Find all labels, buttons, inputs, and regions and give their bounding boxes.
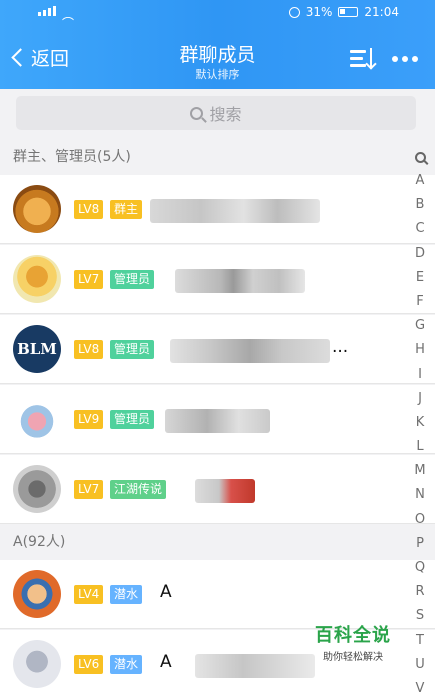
signal-icon <box>38 6 56 16</box>
index-letter[interactable]: T <box>405 629 435 653</box>
index-letter[interactable]: A <box>405 169 435 193</box>
member-row[interactable]: LV8 群主 <box>0 175 435 244</box>
more-options-icon[interactable] <box>392 56 418 62</box>
role-badge: 潜水 <box>110 655 143 674</box>
status-bar: ︵ 31% 21:04 <box>0 4 435 22</box>
index-letter[interactable]: C <box>405 217 435 241</box>
avatar[interactable] <box>13 395 61 443</box>
index-letter[interactable]: H <box>405 338 435 362</box>
level-badge: LV6 <box>74 655 104 674</box>
index-letter[interactable]: D <box>405 242 435 266</box>
level-badge: LV7 <box>74 480 104 499</box>
redacted-name <box>150 199 320 223</box>
level-badge: LV4 <box>74 585 104 604</box>
redacted-name <box>195 654 315 678</box>
redacted-name <box>165 409 270 433</box>
avatar[interactable] <box>13 640 61 688</box>
search-bar: 搜索 <box>0 89 435 139</box>
index-letter[interactable]: O <box>405 508 435 532</box>
role-badge: 潜水 <box>110 585 143 604</box>
member-name: ... <box>332 337 349 357</box>
search-placeholder: 搜索 <box>209 105 242 124</box>
index-letter[interactable]: P <box>405 532 435 556</box>
index-letter[interactable]: G <box>405 314 435 338</box>
index-letter[interactable]: I <box>405 363 435 387</box>
index-letter[interactable]: E <box>405 266 435 290</box>
index-letter[interactable]: F <box>405 290 435 314</box>
member-row[interactable]: LV4 潜水 A <box>0 560 435 629</box>
index-letter[interactable]: M <box>405 459 435 483</box>
member-row[interactable]: LV7 管理员 <box>0 245 435 314</box>
avatar[interactable]: BLM <box>13 325 61 373</box>
header: ︵ 31% 21:04 返回 群聊成员 默认排序 <box>0 0 435 89</box>
index-letter[interactable]: B <box>405 193 435 217</box>
role-badge: 管理员 <box>110 340 155 359</box>
section-header-admins: 群主、管理员(5人) <box>0 139 435 175</box>
role-badge: 管理员 <box>110 410 155 429</box>
alphabet-index[interactable]: ABCDEFGHIJKLMNOPQRSTUV <box>405 146 435 692</box>
role-badge: 江湖传说 <box>110 480 167 499</box>
index-letter[interactable]: V <box>405 677 435 692</box>
avatar[interactable] <box>13 185 61 233</box>
search-icon <box>190 106 204 120</box>
redacted-name <box>170 339 330 363</box>
avatar[interactable] <box>13 255 61 303</box>
redacted-name <box>195 479 255 503</box>
member-row[interactable]: LV7 江湖传说 <box>0 455 435 524</box>
index-letter[interactable]: S <box>405 604 435 628</box>
section-header-a: A(92人) <box>0 524 435 560</box>
role-badge: 管理员 <box>110 270 155 289</box>
member-name: A <box>160 582 172 602</box>
index-search-icon[interactable] <box>414 152 426 163</box>
level-badge: LV7 <box>74 270 104 289</box>
index-letter[interactable]: R <box>405 580 435 604</box>
search-input[interactable]: 搜索 <box>16 96 416 130</box>
redacted-name <box>175 269 305 293</box>
screen: ︵ 31% 21:04 返回 群聊成员 默认排序 搜索 群主、管理员(5人) L… <box>0 0 435 692</box>
index-letter[interactable]: J <box>405 387 435 411</box>
index-letter[interactable]: Q <box>405 556 435 580</box>
index-letter[interactable]: L <box>405 435 435 459</box>
battery-percent: 31% <box>305 5 333 19</box>
member-row[interactable]: BLM LV8 管理员 ... <box>0 315 435 384</box>
level-badge: LV9 <box>74 410 104 429</box>
level-badge: LV8 <box>74 200 104 219</box>
avatar[interactable] <box>13 570 61 618</box>
avatar[interactable] <box>13 465 61 513</box>
level-badge: LV8 <box>74 340 104 359</box>
clock: 21:04 <box>364 5 399 19</box>
battery-icon <box>338 7 359 17</box>
index-letter[interactable]: K <box>405 411 435 435</box>
alarm-icon <box>288 6 300 18</box>
wifi-icon: ︵ <box>62 8 75 22</box>
member-name: A <box>160 652 172 672</box>
sort-icon[interactable] <box>350 48 378 70</box>
role-badge: 群主 <box>110 200 143 219</box>
index-letter[interactable]: U <box>405 653 435 677</box>
watermark-tagline: 助你轻松解决 <box>323 652 383 663</box>
watermark-title: 百科全说 <box>315 625 391 646</box>
watermark-logo: 百科全说 助你轻松解决 <box>308 621 398 663</box>
member-row[interactable]: LV9 管理员 <box>0 385 435 454</box>
index-letter[interactable]: N <box>405 483 435 507</box>
